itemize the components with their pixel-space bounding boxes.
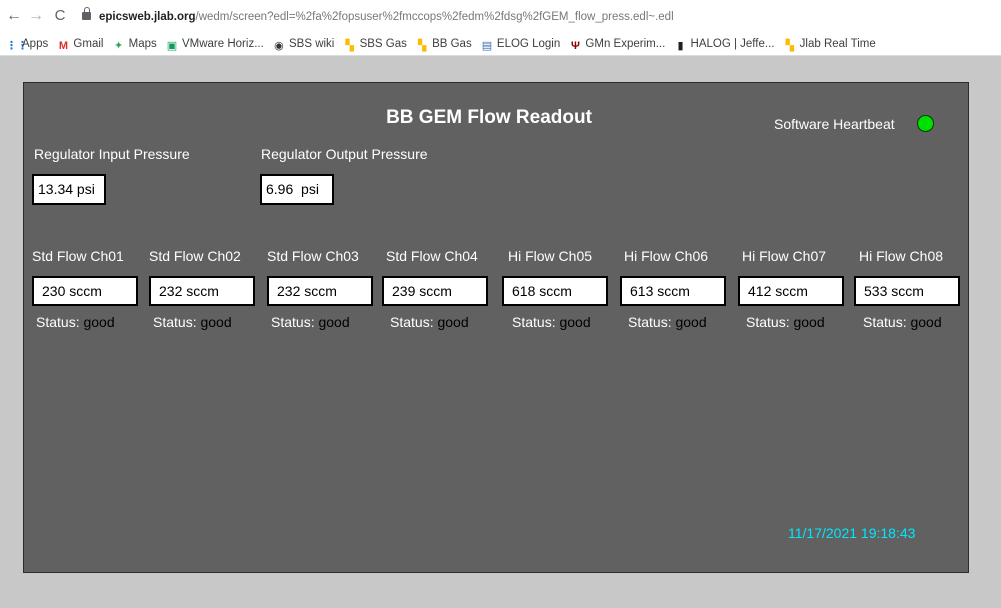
flow-readout-panel: BB GEM Flow Readout Software Heartbeat R… bbox=[23, 82, 969, 573]
channel-flow-value-5: 618 sccm bbox=[502, 276, 608, 306]
status-prefix: Status: bbox=[512, 314, 556, 330]
status-value: good bbox=[200, 314, 232, 330]
status-value: good bbox=[910, 314, 942, 330]
bookmark-apps[interactable]: ⋮⋮Apps bbox=[6, 34, 48, 54]
channel-status-2: Status: good bbox=[153, 314, 232, 330]
channel-label-5: Hi Flow Ch05 bbox=[508, 248, 593, 264]
bookmark-label: Apps bbox=[22, 38, 49, 50]
bookmark-gmn[interactable]: Ψ GMn Experim... bbox=[569, 34, 665, 54]
status-value: good bbox=[318, 314, 350, 330]
bookmark-label: BB Gas bbox=[432, 38, 472, 50]
bookmark-label: ELOG Login bbox=[496, 38, 561, 50]
apps-grid-icon: ⋮⋮ bbox=[6, 40, 28, 52]
bookmark-sbs-wiki[interactable]: ◉ SBS wiki bbox=[273, 34, 334, 54]
regulator-input-label: Regulator Input Pressure bbox=[34, 146, 190, 162]
bookmark-label: GMn Experim... bbox=[585, 38, 666, 50]
status-value: good bbox=[83, 314, 115, 330]
bookmark-label: Jlab Real Time bbox=[799, 38, 876, 50]
gmail-icon: M bbox=[58, 40, 68, 52]
channel-status-7: Status: good bbox=[746, 314, 825, 330]
bookmark-label: VMware Horiz... bbox=[181, 38, 264, 50]
regulator-output-value: 6.96 psi bbox=[260, 174, 334, 205]
halog-icon: ▮ bbox=[677, 40, 684, 52]
bookmark-label: HALOG | Jeffe... bbox=[690, 38, 775, 50]
back-arrow-icon[interactable]: ← bbox=[4, 6, 24, 26]
reload-icon[interactable]: C bbox=[50, 6, 70, 26]
channel-flow-value-2: 232 sccm bbox=[149, 276, 255, 306]
channel-status-6: Status: good bbox=[628, 314, 707, 330]
wiki-icon: ◉ bbox=[274, 40, 284, 52]
url-domain: epicsweb.jlab.org bbox=[99, 11, 196, 23]
channel-label-8: Hi Flow Ch08 bbox=[859, 248, 944, 264]
bookmarks-bar: ⋮⋮Apps M Gmail ✦ Maps ▣ VMware Horiz... ◉ SB… bbox=[0, 34, 1001, 56]
bookmark-halog[interactable]: ▮ HALOG | Jeffe... bbox=[675, 34, 775, 54]
sbs-gas-icon: ▚ bbox=[345, 40, 354, 52]
lock-icon[interactable] bbox=[82, 7, 91, 20]
status-value: good bbox=[793, 314, 825, 330]
bookmark-bb-gas[interactable]: ▚ BB Gas bbox=[416, 34, 472, 54]
channel-label-3: Std Flow Ch03 bbox=[267, 248, 359, 264]
channel-status-3: Status: good bbox=[271, 314, 350, 330]
bookmark-sbs-gas[interactable]: ▚ SBS Gas bbox=[344, 34, 407, 54]
jlab-icon: ▚ bbox=[785, 40, 794, 52]
status-prefix: Status: bbox=[271, 314, 315, 330]
status-prefix: Status: bbox=[153, 314, 197, 330]
status-value: good bbox=[437, 314, 469, 330]
gmn-icon: Ψ bbox=[570, 40, 580, 52]
bookmark-vmware[interactable]: ▣ VMware Horiz... bbox=[166, 34, 264, 54]
channel-label-7: Hi Flow Ch07 bbox=[742, 248, 827, 264]
timestamp: 11/17/2021 19:18:43 bbox=[788, 525, 916, 541]
forward-arrow-icon[interactable]: → bbox=[26, 6, 46, 26]
bookmark-label: Maps bbox=[128, 38, 157, 50]
bookmark-label: SBS Gas bbox=[359, 38, 407, 50]
bookmark-elog-login[interactable]: ▤ ELOG Login bbox=[481, 34, 561, 54]
channel-label-2: Std Flow Ch02 bbox=[149, 248, 241, 264]
regulator-output-label: Regulator Output Pressure bbox=[261, 146, 428, 162]
channel-flow-value-3: 232 sccm bbox=[267, 276, 373, 306]
elog-icon: ▤ bbox=[481, 40, 493, 52]
channel-flow-value-7: 412 sccm bbox=[738, 276, 844, 306]
browser-toolbar: ← → C epicsweb.jlab.org/wedm/screen?edl=… bbox=[0, 0, 1001, 34]
url-path: /wedm/screen?edl=%2fa%2fopsuser%2fmccops… bbox=[195, 11, 674, 23]
status-value: good bbox=[675, 314, 707, 330]
status-prefix: Status: bbox=[746, 314, 790, 330]
bookmark-label: SBS wiki bbox=[288, 38, 335, 50]
vmware-icon: ▣ bbox=[166, 40, 178, 52]
channel-flow-value-4: 239 sccm bbox=[382, 276, 488, 306]
status-prefix: Status: bbox=[628, 314, 672, 330]
channel-status-5: Status: good bbox=[512, 314, 591, 330]
channel-flow-value-8: 533 sccm bbox=[854, 276, 960, 306]
maps-icon: ✦ bbox=[114, 40, 124, 52]
heartbeat-label: Software Heartbeat bbox=[774, 116, 895, 132]
channel-flow-value-6: 613 sccm bbox=[620, 276, 726, 306]
channel-flow-value-1: 230 sccm bbox=[32, 276, 138, 306]
regulator-input-value: 13.34 psi bbox=[32, 174, 106, 205]
status-prefix: Status: bbox=[36, 314, 80, 330]
bb-gas-icon: ▚ bbox=[417, 40, 427, 52]
channel-status-4: Status: good bbox=[390, 314, 469, 330]
status-prefix: Status: bbox=[390, 314, 434, 330]
bookmark-maps[interactable]: ✦ Maps bbox=[113, 34, 157, 54]
status-prefix: Status: bbox=[863, 314, 907, 330]
address-bar[interactable]: epicsweb.jlab.org/wedm/screen?edl=%2fa%2… bbox=[82, 7, 674, 27]
status-value: good bbox=[559, 314, 591, 330]
channel-label-6: Hi Flow Ch06 bbox=[624, 248, 709, 264]
channel-label-1: Std Flow Ch01 bbox=[32, 248, 124, 264]
bookmark-label: Gmail bbox=[73, 38, 104, 50]
channel-status-1: Status: good bbox=[36, 314, 115, 330]
channel-label-4: Std Flow Ch04 bbox=[386, 248, 478, 264]
heartbeat-indicator bbox=[917, 115, 934, 132]
channel-status-8: Status: good bbox=[863, 314, 942, 330]
bookmark-gmail[interactable]: M Gmail bbox=[57, 34, 104, 54]
bookmark-jlab-real-time[interactable]: ▚ Jlab Real Time bbox=[784, 34, 876, 54]
